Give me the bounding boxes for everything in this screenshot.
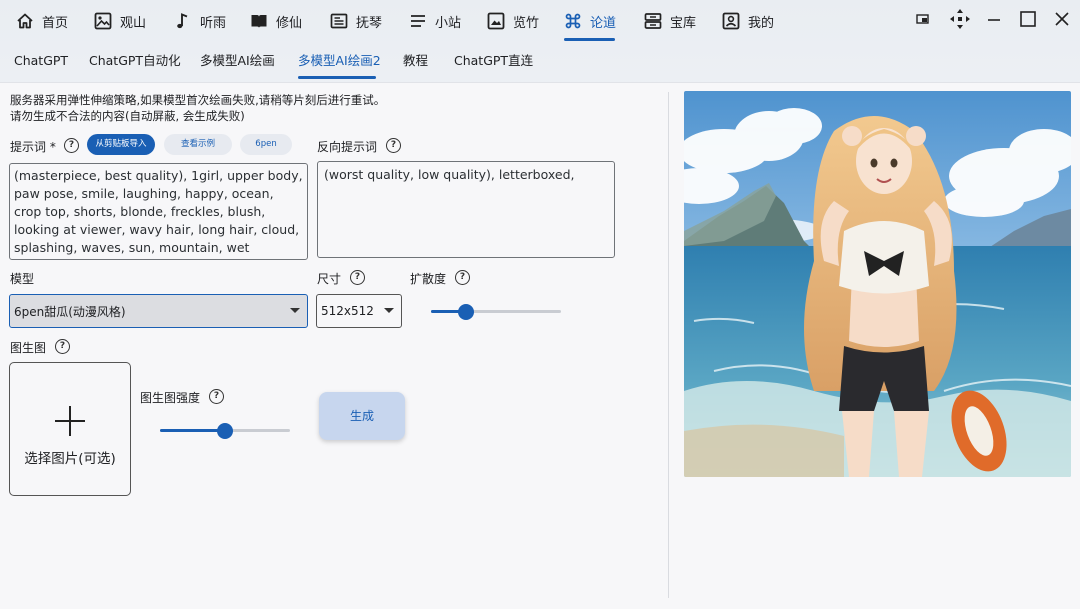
move-arrows-icon: [950, 9, 970, 29]
nav-label: 抚琴: [356, 15, 383, 31]
subtab-active-indicator: [298, 76, 376, 79]
music-note-icon: [177, 13, 188, 29]
book-icon: [251, 15, 267, 28]
close-icon: [1055, 12, 1069, 26]
select-image-button[interactable]: 选择图片(可选): [9, 362, 131, 496]
tab-chatgpt[interactable]: ChatGPT: [14, 42, 68, 80]
mini-window-button[interactable]: [910, 6, 936, 32]
diffusion-slider-thumb[interactable]: [458, 303, 475, 320]
img2img-strength-slider[interactable]: [160, 422, 290, 439]
nav-item-fuqin[interactable]: 抚琴: [330, 0, 382, 42]
model-label: 模型: [10, 272, 35, 286]
prompt-textarea[interactable]: (masterpiece, best quality), 1girl, uppe…: [9, 163, 308, 260]
tab-ai-drawing-2[interactable]: 多模型AI绘画2: [298, 42, 381, 80]
notice-line-1: 服务器采用弹性伸缩策略,如果模型首次绘画失败,请稍等片刻后进行重试。: [10, 93, 386, 107]
home-icon: [17, 13, 33, 29]
nav-item-home[interactable]: 首页: [16, 0, 68, 42]
size-select-value: 512x512: [321, 304, 374, 318]
generated-image: [684, 91, 1071, 477]
tab-tutorial[interactable]: 教程: [403, 42, 428, 80]
diffusion-label: 扩散度: [410, 272, 447, 286]
nav-label: 修仙: [276, 15, 303, 31]
model-select-value: 6pen甜瓜(动漫风格): [14, 304, 126, 319]
minimize-icon: [988, 19, 1000, 21]
panel-divider: [668, 92, 669, 598]
chevron-down-icon: [290, 308, 300, 313]
size-select[interactable]: 512x512: [316, 294, 402, 328]
mini-window-icon: [916, 14, 929, 24]
nav-item-xiaozhan[interactable]: 小站: [409, 0, 461, 42]
img2img-help-icon[interactable]: ?: [55, 339, 70, 354]
negative-prompt-help-icon[interactable]: ?: [386, 138, 401, 153]
nav-label: 首页: [42, 15, 69, 31]
nav-label: 论道: [590, 15, 617, 31]
nav-label: 小站: [435, 15, 462, 31]
6pen-tag-button[interactable]: 6pen: [240, 134, 292, 155]
import-clipboard-button[interactable]: 从剪贴板导入: [87, 134, 155, 155]
nav-item-tingyu[interactable]: 听雨: [174, 0, 226, 42]
newspaper-icon: [330, 13, 348, 29]
command-icon: [565, 13, 581, 29]
tab-chatgpt-direct[interactable]: ChatGPT直连: [454, 42, 533, 80]
nav-item-lanzhu[interactable]: 览竹: [487, 0, 539, 42]
server-notice: 服务器采用弹性伸缩策略,如果模型首次绘画失败,请稍等片刻后进行重试。 请勿生成不…: [10, 92, 385, 124]
maximize-icon: [1020, 11, 1036, 27]
tab-ai-drawing[interactable]: 多模型AI绘画: [200, 42, 275, 80]
img2img-strength-slider-thumb[interactable]: [217, 422, 233, 439]
nav-item-baoku[interactable]: 宝库: [644, 0, 696, 42]
size-help-icon[interactable]: ?: [350, 270, 365, 285]
diffusion-help-icon[interactable]: ?: [455, 270, 470, 285]
nav-label: 我的: [748, 15, 775, 31]
img2img-strength-help-icon[interactable]: ?: [209, 389, 224, 404]
nav-item-wode[interactable]: 我的: [722, 0, 774, 42]
minimize-button[interactable]: [981, 6, 1007, 32]
nav-label: 宝库: [670, 15, 697, 31]
nav-label: 览竹: [513, 15, 540, 31]
negative-prompt-textarea[interactable]: (worst quality, low quality), letterboxe…: [317, 161, 615, 258]
nav-item-guanshan[interactable]: 观山: [94, 0, 146, 42]
sub-tab-bar: ChatGPT ChatGPT自动化 多模型AI绘画 多模型AI绘画2 教程 C…: [0, 42, 1080, 82]
image-frame-icon: [487, 12, 505, 30]
generated-image-preview: [684, 91, 1071, 477]
nav-label: 听雨: [200, 15, 227, 31]
prompt-label: 提示词 *: [10, 140, 56, 154]
plus-icon-vertical: [69, 406, 71, 436]
tab-chatgpt-automation[interactable]: ChatGPT自动化: [89, 42, 181, 80]
storage-icon: [644, 13, 662, 29]
top-nav: 首页 观山 听雨 修仙 抚琴 小站 览竹 论道 宝库 我的: [0, 0, 1080, 42]
model-select[interactable]: 6pen甜瓜(动漫风格): [9, 294, 308, 328]
move-window-button[interactable]: [947, 6, 973, 32]
img2img-strength-label: 图生图强度: [140, 391, 201, 405]
nav-active-indicator: [564, 38, 615, 41]
nav-item-xiuxian[interactable]: 修仙: [250, 0, 302, 42]
chevron-down-icon: [384, 308, 394, 313]
select-image-label: 选择图片(可选): [24, 451, 116, 467]
prompt-help-icon[interactable]: ?: [64, 138, 79, 153]
close-button[interactable]: [1049, 6, 1075, 32]
maximize-button[interactable]: [1015, 6, 1041, 32]
user-card-icon: [722, 12, 740, 30]
notice-line-2: 请勿生成不合法的内容(自动屏蔽, 会生成失败): [10, 109, 245, 123]
nav-item-lundao[interactable]: 论道: [564, 0, 616, 42]
generate-button[interactable]: 生成: [319, 392, 405, 440]
diffusion-slider[interactable]: [431, 303, 561, 320]
img2img-strength-slider-fill: [160, 429, 225, 432]
size-label: 尺寸: [317, 272, 342, 286]
picture-icon: [94, 12, 112, 30]
img2img-label: 图生图: [10, 341, 47, 355]
view-example-button[interactable]: 查看示例: [164, 134, 232, 155]
negative-prompt-label: 反向提示词: [317, 140, 378, 154]
menu-lines-icon: [411, 15, 425, 27]
nav-label: 观山: [120, 15, 147, 31]
